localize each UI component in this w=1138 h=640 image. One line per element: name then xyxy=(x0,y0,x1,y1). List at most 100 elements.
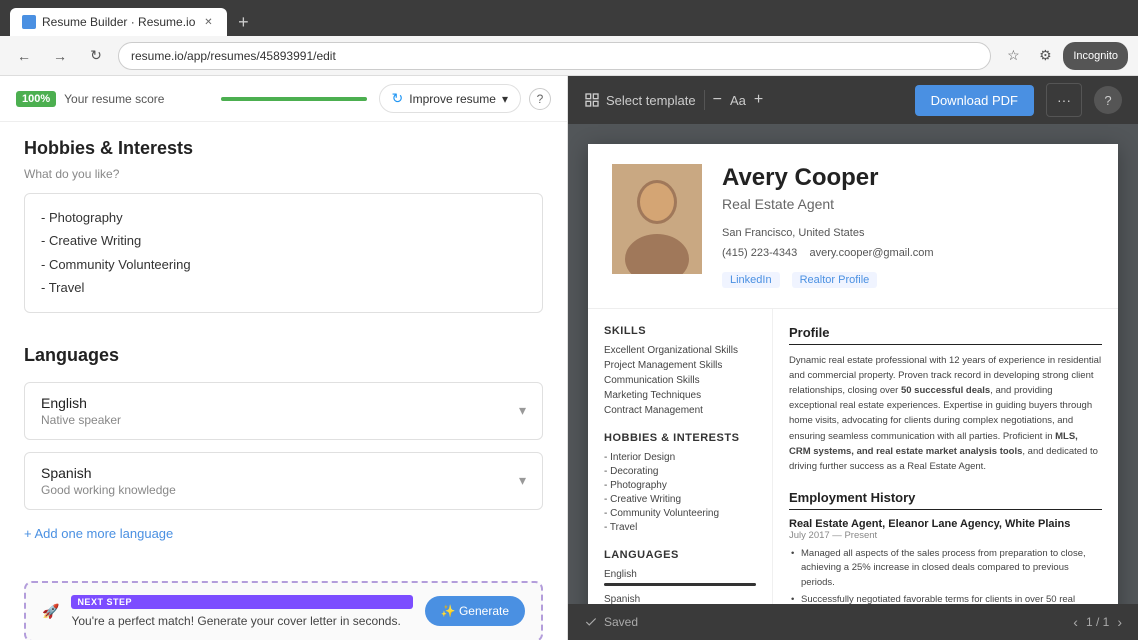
refresh-button[interactable]: ↻ xyxy=(82,42,110,70)
zoom-in-button[interactable]: + xyxy=(754,91,763,109)
page-controls: ‹ 1 / 1 › xyxy=(1073,614,1122,630)
next-step-banner: 🚀 NEXT STEP You're a perfect match! Gene… xyxy=(24,581,543,640)
languages-sidebar-title: Languages xyxy=(604,549,756,561)
job-1-bullet-1: Managed all aspects of the sales process… xyxy=(789,547,1102,590)
resume-location: San Francisco, United States xyxy=(722,224,934,244)
hobbies-title: Hobbies & Interests xyxy=(24,138,543,159)
language-spanish-info: Spanish Good working knowledge xyxy=(41,465,519,497)
skill-3: Communication Skills xyxy=(604,375,756,386)
skill-1: Excellent Organizational Skills xyxy=(604,345,756,356)
add-language-button[interactable]: + Add one more language xyxy=(24,522,173,545)
preview-toolbar: Select template − Aa + Download PDF ··· … xyxy=(568,76,1138,124)
incognito-button[interactable]: Incognito xyxy=(1063,42,1128,70)
job-1: Real Estate Agent, Eleanor Lane Agency, … xyxy=(789,518,1102,604)
resume-info: Avery Cooper Real Estate Agent San Franc… xyxy=(722,164,934,288)
skill-4: Marketing Techniques xyxy=(604,390,756,401)
lang-english: English xyxy=(604,569,756,586)
resume-hobby-4: - Creative Writing xyxy=(604,494,756,505)
next-step-content: NEXT STEP You're a perfect match! Genera… xyxy=(71,595,412,628)
saved-label: Saved xyxy=(604,615,638,629)
active-tab[interactable]: Resume Builder · Resume.io ✕ xyxy=(10,8,227,36)
resume-hobby-6: - Travel xyxy=(604,522,756,533)
job-1-title: Real Estate Agent, Eleanor Lane Agency, … xyxy=(789,518,1102,530)
lang-english-fill xyxy=(604,583,756,586)
language-english-level: Native speaker xyxy=(41,413,519,427)
language-english-name: English xyxy=(41,395,519,411)
improve-label: Improve resume xyxy=(409,92,496,106)
zoom-value: Aa xyxy=(730,93,746,108)
page-info: 1 / 1 xyxy=(1086,615,1109,629)
profile-title: Profile xyxy=(789,325,1102,345)
more-options-button[interactable]: ··· xyxy=(1046,83,1082,117)
download-pdf-button[interactable]: Download PDF xyxy=(915,85,1034,116)
lang-spanish: Spanish xyxy=(604,594,756,604)
saved-indicator: Saved xyxy=(584,615,638,629)
profile-text: Dynamic real estate professional with 12… xyxy=(789,353,1102,475)
resume-body: Skills Excellent Organizational Skills P… xyxy=(588,309,1118,604)
settings-button[interactable]: ⚙ xyxy=(1031,42,1059,70)
add-language-label: + Add one more language xyxy=(24,526,173,541)
browser-toolbar: ← → ↻ ☆ ⚙ Incognito xyxy=(0,36,1138,76)
address-bar[interactable] xyxy=(118,42,991,70)
new-tab-button[interactable]: + xyxy=(229,8,257,36)
editor-topbar: 100% Your resume score ↻ Improve resume … xyxy=(0,76,567,122)
select-template-label: Select template xyxy=(606,93,696,108)
skills-section: Skills Excellent Organizational Skills P… xyxy=(604,325,756,416)
help-circle-button[interactable]: ? xyxy=(1094,86,1122,114)
resume-hobbies-section: Hobbies & Interests - Interior Design - … xyxy=(604,432,756,533)
resume-photo xyxy=(612,164,702,274)
improve-button[interactable]: ↻ Improve resume ▾ xyxy=(379,84,521,113)
languages-title: Languages xyxy=(24,345,543,366)
skill-5: Contract Management xyxy=(604,405,756,416)
language-english[interactable]: English Native speaker ▾ xyxy=(24,382,543,440)
score-bar xyxy=(221,97,366,101)
zoom-out-button[interactable]: − xyxy=(713,91,722,109)
hobbies-section: Hobbies & Interests What do you like? - … xyxy=(0,122,567,329)
chevron-down-icon-spanish: ▾ xyxy=(519,472,526,489)
editor-panel: 100% Your resume score ↻ Improve resume … xyxy=(0,76,568,640)
job-1-dates: July 2017 — Present xyxy=(789,530,1102,541)
next-step-badge: NEXT STEP xyxy=(71,595,412,609)
forward-button[interactable]: → xyxy=(46,42,74,70)
zoom-controls: − Aa + xyxy=(713,91,764,109)
preview-toolbar-left: Select template − Aa + xyxy=(584,90,763,110)
score-bar-fill xyxy=(221,97,366,101)
hobby-item-3: - Community Volunteering xyxy=(41,253,526,276)
hobby-item-1: - Photography xyxy=(41,206,526,229)
hobbies-list[interactable]: - Photography - Creative Writing - Commu… xyxy=(24,193,543,313)
resume-name: Avery Cooper xyxy=(722,164,934,192)
resume-link-linkedin: LinkedIn xyxy=(722,272,780,288)
lang-english-name: English xyxy=(604,569,756,580)
hobbies-subtitle: What do you like? xyxy=(24,167,543,181)
resume-header: Avery Cooper Real Estate Agent San Franc… xyxy=(588,144,1118,309)
resume-links: LinkedIn Realtor Profile xyxy=(722,272,934,288)
resume-languages-section: Languages English Spanish xyxy=(604,549,756,604)
resume-main: Profile Dynamic real estate professional… xyxy=(773,309,1118,604)
main-layout: 100% Your resume score ↻ Improve resume … xyxy=(0,76,1138,640)
hobby-item-2: - Creative Writing xyxy=(41,229,526,252)
next-page-button[interactable]: › xyxy=(1117,614,1122,630)
photo-svg xyxy=(612,164,702,274)
generate-label: ✨ Generate xyxy=(441,604,509,618)
score-text: Your resume score xyxy=(64,92,209,106)
prev-page-button[interactable]: ‹ xyxy=(1073,614,1078,630)
resume-preview-container: Avery Cooper Real Estate Agent San Franc… xyxy=(568,124,1138,604)
resume-hobby-1: - Interior Design xyxy=(604,452,756,463)
language-spanish-name: Spanish xyxy=(41,465,519,481)
skills-title: Skills xyxy=(604,325,756,337)
check-icon xyxy=(584,615,598,629)
employment-title: Employment History xyxy=(789,490,1102,510)
help-button[interactable]: ? xyxy=(529,88,551,110)
skill-2: Project Management Skills xyxy=(604,360,756,371)
generate-button[interactable]: ✨ Generate xyxy=(425,596,525,626)
browser-tabs: Resume Builder · Resume.io ✕ + xyxy=(10,0,257,36)
resume-title: Real Estate Agent xyxy=(722,196,934,212)
tab-favicon xyxy=(22,15,36,29)
bookmark-button[interactable]: ☆ xyxy=(999,42,1027,70)
back-button[interactable]: ← xyxy=(10,42,38,70)
hobbies-sidebar-title: Hobbies & Interests xyxy=(604,432,756,444)
select-template-button[interactable]: Select template xyxy=(584,92,696,108)
hobby-item-4: - Travel xyxy=(41,276,526,299)
tab-close-icon[interactable]: ✕ xyxy=(201,15,215,29)
language-spanish[interactable]: Spanish Good working knowledge ▾ xyxy=(24,452,543,510)
